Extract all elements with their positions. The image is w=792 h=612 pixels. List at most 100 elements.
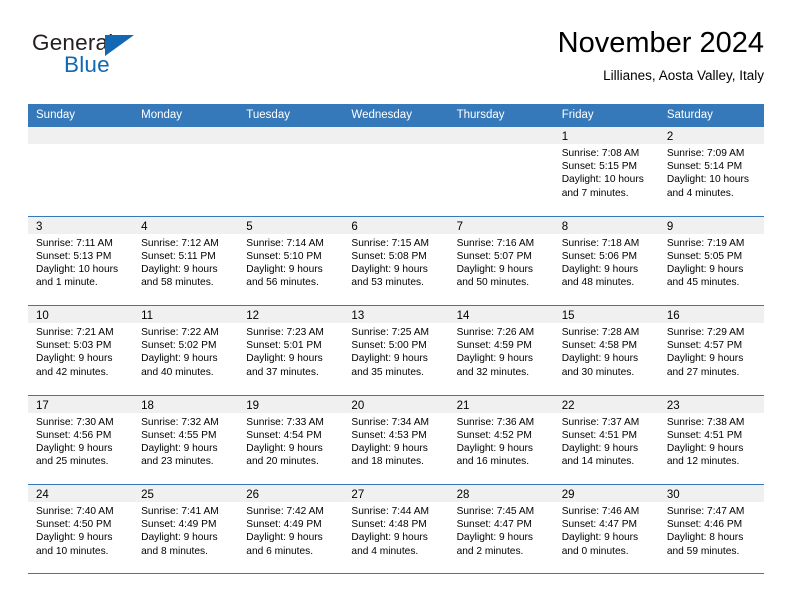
day-cell[interactable]: 10 Sunrise: 7:21 AM Sunset: 5:03 PM Dayligh… <box>28 306 134 395</box>
daylight-text: Daylight: 9 hours and 58 minutes. <box>141 263 218 289</box>
day-cell[interactable]: 2 Sunrise: 7:09 AM Sunset: 5:14 PM Daylight… <box>658 127 764 216</box>
day-cell[interactable]: 11 Sunrise: 7:22 AM Sunset: 5:02 PM Dayligh… <box>133 306 239 395</box>
day-number: 11 <box>141 310 154 322</box>
day-cell[interactable]: 17 Sunrise: 7:30 AM Sunset: 4:56 PM Dayligh… <box>28 395 134 485</box>
sunset-text: Sunset: 5:02 PM <box>141 340 217 352</box>
day-cell[interactable]: 15 Sunrise: 7:28 AM Sunset: 4:58 PM Dayligh… <box>553 306 659 395</box>
day-info: Sunrise: 7:37 AM Sunset: 4:51 PM Daylight:… <box>554 413 659 469</box>
weekday-header-row: Sunday Monday Tuesday Wednesday Thursday… <box>28 104 764 126</box>
day-cell[interactable]: 7 Sunrise: 7:16 AM Sunset: 5:07 PM Daylight… <box>448 216 554 306</box>
day-number-band: 30 <box>658 485 764 502</box>
day-info: Sunrise: 7:21 AM Sunset: 5:03 PM Daylight:… <box>28 323 133 379</box>
day-number: 7 <box>456 220 463 233</box>
day-cell[interactable]: 23 Sunrise: 7:38 AM Sunset: 4:51 PM Dayligh… <box>658 395 764 485</box>
day-number-band: 22 <box>553 395 659 413</box>
sunset-text: Sunset: 4:54 PM <box>246 429 322 441</box>
day-number-band: 7 <box>448 216 554 234</box>
sunrise-text: Sunrise: 7:32 AM <box>141 416 219 428</box>
sunrise-text: Sunrise: 7:14 AM <box>246 237 324 249</box>
day-cell[interactable]: 22 Sunrise: 7:37 AM Sunset: 4:51 PM Dayligh… <box>553 395 659 485</box>
day-cell[interactable]: 13 Sunrise: 7:25 AM Sunset: 5:00 PM Dayligh… <box>343 306 449 395</box>
day-number-band: 6 <box>343 216 449 234</box>
day-number-band: 10 <box>28 306 134 323</box>
day-info: Sunrise: 7:34 AM Sunset: 4:53 PM Daylight:… <box>343 413 448 469</box>
day-cell[interactable]: 4 Sunrise: 7:12 AM Sunset: 5:11 PM Daylight… <box>133 216 239 306</box>
day-number-band <box>448 127 554 144</box>
weekday-header-thursday: Thursday <box>456 109 505 121</box>
day-number-band: 26 <box>238 485 344 502</box>
day-cell[interactable]: 25 Sunrise: 7:41 AM Sunset: 4:49 PM Dayligh… <box>133 485 239 573</box>
daylight-text: Daylight: 9 hours and 53 minutes. <box>351 263 428 289</box>
day-cell[interactable]: 30 Sunrise: 7:47 AM Sunset: 4:46 PM Dayligh… <box>658 485 764 573</box>
daylight-text: Daylight: 10 hours and 1 minute. <box>36 263 119 289</box>
day-cell[interactable]: 9 Sunrise: 7:19 AM Sunset: 5:05 PM Daylight… <box>658 216 764 306</box>
day-number-band: 17 <box>28 395 134 413</box>
sunset-text: Sunset: 4:47 PM <box>456 519 532 531</box>
day-cell[interactable]: 19 Sunrise: 7:33 AM Sunset: 4:54 PM Dayligh… <box>238 395 344 485</box>
day-info: Sunrise: 7:26 AM Sunset: 4:59 PM Daylight:… <box>449 323 554 379</box>
sunrise-text: Sunrise: 7:09 AM <box>666 148 745 159</box>
day-number-band: 23 <box>658 395 764 413</box>
sunrise-text: Sunrise: 7:30 AM <box>36 416 114 428</box>
sunset-text: Sunset: 4:59 PM <box>456 340 532 352</box>
day-cell[interactable]: 20 Sunrise: 7:34 AM Sunset: 4:53 PM Dayligh… <box>343 395 449 485</box>
day-cell[interactable]: 6 Sunrise: 7:15 AM Sunset: 5:08 PM Daylight… <box>343 216 449 306</box>
sunset-text: Sunset: 5:07 PM <box>456 250 532 262</box>
day-number: 14 <box>456 310 470 322</box>
general-blue-logo[interactable]: General Blue <box>32 30 192 86</box>
day-number-band: 4 <box>133 216 239 234</box>
day-info: Sunrise: 7:28 AM Sunset: 4:58 PM Daylight:… <box>554 323 659 379</box>
week-row: 24 Sunrise: 7:40 AM Sunset: 4:50 PM Dayligh… <box>28 484 764 574</box>
daylight-text: Daylight: 9 hours and 56 minutes. <box>246 263 323 289</box>
day-number: 5 <box>246 220 253 233</box>
day-number: 15 <box>561 310 575 322</box>
day-number-band: 13 <box>343 306 449 323</box>
day-cell[interactable]: 26 Sunrise: 7:42 AM Sunset: 4:49 PM Dayligh… <box>238 485 344 573</box>
weekday-header-saturday: Saturday <box>666 109 713 121</box>
day-cell[interactable]: 3 Sunrise: 7:11 AM Sunset: 5:13 PM Daylight… <box>28 216 134 306</box>
sunrise-text: Sunrise: 7:47 AM <box>666 506 745 517</box>
day-cell[interactable]: 8 Sunrise: 7:18 AM Sunset: 5:06 PM Daylight… <box>553 216 659 306</box>
day-number: 8 <box>561 220 569 233</box>
week-row: 1 Sunrise: 7:08 AM Sunset: 5:15 PM Daylight… <box>28 126 764 216</box>
day-cell[interactable]: 21 Sunrise: 7:36 AM Sunset: 4:52 PM Dayligh… <box>448 395 554 485</box>
day-number: 30 <box>666 489 680 501</box>
sunset-text: Sunset: 5:11 PM <box>141 250 216 262</box>
day-number-band: 15 <box>553 306 659 323</box>
daylight-text: Daylight: 9 hours and 32 minutes. <box>456 353 534 378</box>
daylight-text: Daylight: 9 hours and 20 minutes. <box>246 442 323 468</box>
sunset-text: Sunset: 4:46 PM <box>666 519 743 531</box>
sunset-text: Sunset: 4:58 PM <box>561 340 638 352</box>
day-cell[interactable]: 1 Sunrise: 7:08 AM Sunset: 5:15 PM Daylight… <box>553 127 659 216</box>
day-number-band: 29 <box>553 485 659 502</box>
sunset-text: Sunset: 5:10 PM <box>246 250 322 262</box>
day-cell[interactable]: 24 Sunrise: 7:40 AM Sunset: 4:50 PM Dayligh… <box>28 485 134 573</box>
weekday-header-tuesday: Tuesday <box>246 109 290 121</box>
day-cell[interactable]: 27 Sunrise: 7:44 AM Sunset: 4:48 PM Dayligh… <box>343 485 449 573</box>
day-cell[interactable]: 14 Sunrise: 7:26 AM Sunset: 4:59 PM Dayligh… <box>448 306 554 395</box>
daylight-text: Daylight: 9 hours and 37 minutes. <box>246 353 323 378</box>
daylight-text: Daylight: 9 hours and 18 minutes. <box>351 442 428 468</box>
day-info: Sunrise: 7:11 AM Sunset: 5:13 PM Daylight:… <box>28 234 133 290</box>
day-cell[interactable]: 18 Sunrise: 7:32 AM Sunset: 4:55 PM Dayligh… <box>133 395 239 485</box>
day-cell-empty <box>238 127 344 216</box>
daylight-text: Daylight: 9 hours and 35 minutes. <box>351 353 428 378</box>
day-number: 16 <box>666 310 680 322</box>
day-cell[interactable]: 29 Sunrise: 7:46 AM Sunset: 4:47 PM Dayligh… <box>553 485 659 573</box>
daylight-text: Daylight: 9 hours and 30 minutes. <box>561 353 639 378</box>
daylight-text: Daylight: 9 hours and 4 minutes. <box>351 532 428 557</box>
sunrise-text: Sunrise: 7:36 AM <box>456 416 535 428</box>
sunset-text: Sunset: 4:52 PM <box>456 429 532 441</box>
day-cell[interactable]: 12 Sunrise: 7:23 AM Sunset: 5:01 PM Dayligh… <box>238 306 344 395</box>
daylight-text: Daylight: 9 hours and 27 minutes. <box>666 353 744 378</box>
day-cell[interactable]: 28 Sunrise: 7:45 AM Sunset: 4:47 PM Dayligh… <box>448 485 554 573</box>
daylight-text: Daylight: 9 hours and 8 minutes. <box>141 532 218 557</box>
day-number: 23 <box>666 399 680 412</box>
day-info: Sunrise: 7:25 AM Sunset: 5:00 PM Daylight:… <box>343 323 448 379</box>
daylight-text: Daylight: 9 hours and 40 minutes. <box>141 353 218 378</box>
day-number-band: 25 <box>133 485 239 502</box>
day-cell[interactable]: 16 Sunrise: 7:29 AM Sunset: 4:57 PM Dayligh… <box>658 306 764 395</box>
daylight-text: Daylight: 10 hours and 7 minutes. <box>561 174 644 199</box>
day-cell[interactable]: 5 Sunrise: 7:14 AM Sunset: 5:10 PM Daylight… <box>238 216 344 306</box>
day-number: 18 <box>141 399 154 412</box>
